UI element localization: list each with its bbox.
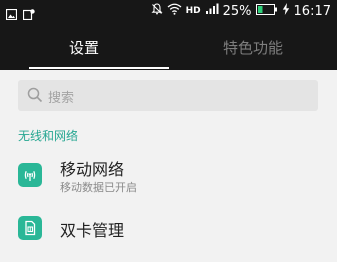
status-bar: HD 25% 16:17 [0,0,337,24]
tab-bar: 设置 特色功能 [0,24,337,70]
status-bar-left [5,5,35,24]
section-title-wireless: 无线和网络 [18,129,79,143]
sim-card-icon [18,216,42,240]
image-notification-icon [5,5,18,24]
status-bar-right: HD 25% 16:17 [151,3,331,19]
app-notification-icon [22,5,35,24]
battery-percent: 25% [222,3,252,19]
signal-tower-icon [18,163,42,187]
list-item-dual-sim[interactable]: 双卡管理 [0,208,337,248]
mute-bell-icon [151,3,163,19]
tab-features[interactable]: 特色功能 [169,24,337,70]
active-tab-indicator [29,67,169,69]
search-icon [27,87,43,107]
hd-label: HD [185,6,201,16]
search-bar[interactable]: 搜索 [18,80,318,111]
tab-settings[interactable]: 设置 [0,24,168,70]
battery-icon [255,3,278,19]
clock-time: 16:17 [293,3,331,19]
item-subtitle: 移动数据已开启 [60,181,137,194]
wifi-icon [167,3,182,19]
list-item-mobile-network[interactable]: 移动网络 移动数据已开启 [0,150,337,200]
search-placeholder: 搜索 [48,91,75,106]
cell-signal-icon [205,3,219,19]
item-title: 移动网络 [60,160,125,179]
charging-bolt-icon [282,3,290,19]
item-title: 双卡管理 [60,221,125,240]
